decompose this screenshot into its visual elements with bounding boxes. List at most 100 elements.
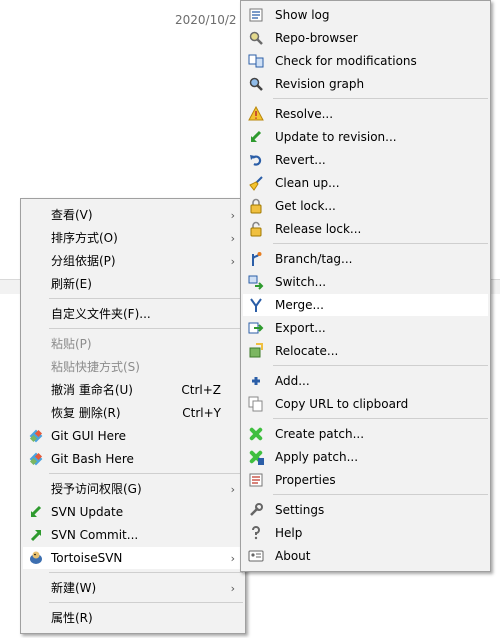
menu-item-label: Create patch...	[275, 427, 365, 441]
menu-item-label: 刷新(E)	[51, 277, 92, 291]
relocate-icon	[249, 343, 263, 358]
menu-separator	[273, 98, 488, 99]
menu-item-paste[interactable]: 粘贴(P)	[23, 333, 243, 355]
menu-item-redo-delete[interactable]: 恢复 删除(R) Ctrl+Y	[23, 402, 243, 424]
settings-wrench-icon	[250, 503, 263, 516]
svn-item-revert[interactable]: Revert...	[243, 149, 488, 171]
menu-item-shortcut: Ctrl+Y	[182, 406, 221, 420]
menu-item-label: 查看(V)	[51, 208, 93, 222]
menu-item-svn-commit[interactable]: SVN Commit...	[23, 524, 243, 546]
svn-commit-arrow-icon	[30, 530, 41, 542]
menu-item-label: Revert...	[275, 153, 326, 167]
menu-item-label: 授予访问权限(G)	[51, 482, 142, 496]
menu-item-tortoisesvn[interactable]: TortoiseSVN ›	[23, 547, 243, 569]
menu-item-label: Revision graph	[275, 77, 365, 91]
menu-item-label: Resolve...	[275, 107, 334, 121]
menu-item-refresh[interactable]: 刷新(E)	[23, 273, 243, 295]
menu-item-label: Add...	[275, 374, 310, 388]
menu-item-label: Repo-browser	[275, 31, 358, 45]
menu-item-svn-update[interactable]: SVN Update	[23, 501, 243, 523]
tortoise-icon	[30, 551, 42, 564]
svn-item-clean-up[interactable]: Clean up...	[243, 172, 488, 194]
svn-item-release-lock[interactable]: Release lock...	[243, 218, 488, 240]
menu-separator	[49, 328, 243, 329]
svn-item-create-patch[interactable]: Create patch...	[243, 423, 488, 445]
svn-item-check-modifications[interactable]: Check for modifications	[243, 50, 488, 72]
menu-separator	[49, 572, 243, 573]
menu-separator	[49, 473, 243, 474]
modified-date: 2020/10/2	[175, 13, 237, 27]
svn-item-revision-graph[interactable]: Revision graph	[243, 73, 488, 95]
menu-separator	[273, 418, 488, 419]
svn-item-relocate[interactable]: Relocate...	[243, 340, 488, 362]
chevron-right-icon: ›	[230, 255, 235, 268]
menu-item-label: Release lock...	[275, 222, 362, 236]
svn-item-repo-browser[interactable]: Repo-browser	[243, 27, 488, 49]
menu-item-git-gui-here[interactable]: Git GUI Here	[23, 425, 243, 447]
menu-item-label: Show log	[275, 8, 330, 22]
menu-separator	[273, 243, 488, 244]
menu-item-label: 恢复 删除(R)	[51, 406, 121, 420]
branch-icon	[252, 252, 262, 266]
git-diamond-icon	[29, 429, 43, 443]
svn-item-export[interactable]: Export...	[243, 317, 488, 339]
chevron-right-icon: ›	[230, 552, 235, 565]
menu-item-shortcut: Ctrl+Z	[181, 383, 221, 397]
svn-item-add[interactable]: Add...	[243, 370, 488, 392]
menu-item-label: Switch...	[275, 275, 327, 289]
create-patch-icon	[249, 427, 263, 441]
menu-item-view[interactable]: 查看(V) ›	[23, 204, 243, 226]
menu-item-sort-by[interactable]: 排序方式(O) ›	[23, 227, 243, 249]
menu-item-label: SVN Update	[51, 505, 124, 519]
repo-browser-icon	[249, 31, 263, 45]
menu-item-label: 分组依据(P)	[51, 254, 116, 268]
svn-item-copy-url[interactable]: Copy URL to clipboard	[243, 393, 488, 415]
svn-item-settings[interactable]: Settings	[243, 499, 488, 521]
menu-item-label: Apply patch...	[275, 450, 359, 464]
menu-item-label: 粘贴快捷方式(S)	[51, 360, 140, 374]
menu-item-paste-shortcut[interactable]: 粘贴快捷方式(S)	[23, 356, 243, 378]
menu-item-label: Check for modifications	[275, 54, 417, 68]
svn-item-apply-patch[interactable]: Apply patch...	[243, 446, 488, 468]
resolve-warning-icon	[248, 106, 264, 121]
svn-item-update-to-revision[interactable]: Update to revision...	[243, 126, 488, 148]
menu-item-give-access[interactable]: 授予访问权限(G) ›	[23, 478, 243, 500]
menu-item-label: Properties	[275, 473, 336, 487]
menu-item-label: 自定义文件夹(F)...	[51, 307, 151, 321]
svn-item-about[interactable]: About	[243, 545, 488, 567]
svn-item-resolve[interactable]: Resolve...	[243, 103, 488, 125]
svn-item-properties[interactable]: Properties	[243, 469, 488, 491]
menu-item-new[interactable]: 新建(W) ›	[23, 577, 243, 599]
menu-item-label: Get lock...	[275, 199, 336, 213]
svn-item-switch[interactable]: Switch...	[243, 271, 488, 293]
menu-item-label: Relocate...	[275, 344, 339, 358]
show-log-icon	[249, 8, 263, 22]
svn-item-branch-tag[interactable]: Branch/tag...	[243, 248, 488, 270]
svn-item-get-lock[interactable]: Get lock...	[243, 195, 488, 217]
menu-item-label: 新建(W)	[51, 581, 97, 595]
svn-item-show-log[interactable]: Show log	[243, 4, 488, 26]
svn-item-help[interactable]: Help	[243, 522, 488, 544]
menu-item-properties[interactable]: 属性(R)	[23, 607, 243, 629]
clean-up-broom-icon	[249, 176, 263, 191]
menu-item-label: 撤消 重命名(U)	[51, 383, 133, 397]
menu-item-label: SVN Commit...	[51, 528, 139, 542]
merge-icon	[250, 298, 262, 312]
menu-item-label: 排序方式(O)	[51, 231, 118, 245]
explorer-context-menu: 查看(V) › 排序方式(O) › 分组依据(P) › 刷新(E) 自定义文件夹…	[20, 198, 246, 634]
menu-item-label: Clean up...	[275, 176, 340, 190]
menu-item-git-bash-here[interactable]: Git Bash Here	[23, 448, 243, 470]
menu-item-group-by[interactable]: 分组依据(P) ›	[23, 250, 243, 272]
menu-item-undo-rename[interactable]: 撤消 重命名(U) Ctrl+Z	[23, 379, 243, 401]
menu-item-label: Settings	[275, 503, 325, 517]
menu-item-label: Update to revision...	[275, 130, 397, 144]
menu-item-customize-folder[interactable]: 自定义文件夹(F)...	[23, 303, 243, 325]
copy-icon	[248, 396, 263, 412]
chevron-right-icon: ›	[230, 209, 235, 222]
update-arrow-icon	[251, 130, 262, 142]
menu-item-label: 属性(R)	[51, 611, 93, 625]
unlock-icon	[250, 221, 262, 237]
menu-item-label: Help	[275, 526, 303, 540]
menu-separator	[273, 365, 488, 366]
svn-item-merge[interactable]: Merge...	[243, 294, 488, 316]
